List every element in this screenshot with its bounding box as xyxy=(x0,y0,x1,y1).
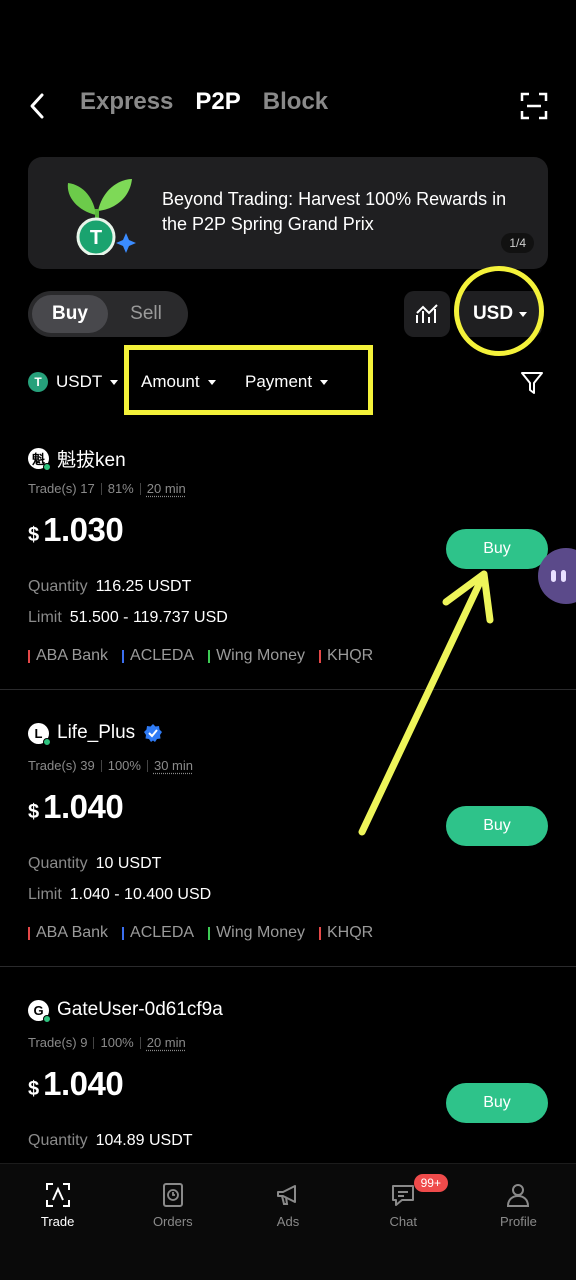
trade-icon xyxy=(45,1183,70,1207)
divider xyxy=(0,966,576,967)
merchant-name: GateUser-0d61cf9a xyxy=(57,999,223,1020)
payment-method: Wing Money xyxy=(208,924,305,942)
merchant-row[interactable]: 魁 魁拔ken xyxy=(28,445,126,472)
listing-card: G GateUser-0d61cf9a Trade(s) 9 100% 20 m… xyxy=(0,999,576,1163)
nav-profile[interactable]: Profile xyxy=(461,1164,576,1280)
buy-button[interactable]: Buy xyxy=(446,1083,548,1123)
line-chart-icon xyxy=(416,304,438,323)
quantity-row: Quantity 10 USDT xyxy=(28,855,162,872)
payment-method: ABA Bank xyxy=(28,924,108,942)
tab-express[interactable]: Express xyxy=(80,88,173,116)
price: $ 1.030 xyxy=(28,511,124,548)
coin-label: USDT xyxy=(56,372,103,391)
highlight-circle xyxy=(454,266,544,356)
chevron-down-icon xyxy=(110,379,119,385)
payment-method: Wing Money xyxy=(208,647,305,665)
nav-trade[interactable]: Trade xyxy=(0,1164,115,1280)
verified-badge-icon xyxy=(144,724,163,742)
merchant-row[interactable]: G GateUser-0d61cf9a xyxy=(28,999,223,1023)
limit-row: Limit 51.500 - 119.737 USD xyxy=(28,609,228,626)
annotation-arrow xyxy=(358,570,494,836)
merchant-row[interactable]: L Life_Plus xyxy=(28,722,163,746)
banner-pager: 1/4 xyxy=(501,233,534,253)
nav-chat[interactable]: Chat 99+ xyxy=(346,1164,461,1280)
plant-coin-icon: T xyxy=(67,179,136,255)
filter-funnel-icon[interactable] xyxy=(520,370,544,396)
merchant-name: Life_Plus xyxy=(57,722,136,743)
coin-filter[interactable]: T USDT xyxy=(28,372,119,392)
merchant-stats: Trade(s) 17 81% 20 min xyxy=(28,481,186,496)
highlight-box xyxy=(124,345,373,415)
promo-banner[interactable]: T Beyond Trading: Harvest 100% Rewards i… xyxy=(28,157,548,269)
top-nav: Express P2P Block xyxy=(0,84,576,128)
merchant-stats: Trade(s) 39 100% 30 min xyxy=(28,758,193,773)
buy-sell-toggle: Buy Sell xyxy=(28,291,188,337)
payment-method: KHQR xyxy=(319,924,373,942)
price-chart-button[interactable] xyxy=(404,291,450,337)
scan-icon[interactable] xyxy=(520,92,548,120)
megaphone-icon xyxy=(277,1185,296,1205)
bottom-nav: Trade Orders Ads Chat 99+ Profile xyxy=(0,1163,576,1280)
quantity-row: Quantity 104.89 USDT xyxy=(28,1132,193,1149)
chat-icon xyxy=(392,1185,415,1206)
tab-p2p[interactable]: P2P xyxy=(195,88,240,116)
svg-text:T: T xyxy=(90,227,102,249)
nav-orders[interactable]: Orders xyxy=(115,1164,230,1280)
sell-tab[interactable]: Sell xyxy=(108,295,184,333)
payment-methods: ABA Bank ACLEDA Wing Money KHQR xyxy=(28,647,373,665)
payment-methods: ABA Bank ACLEDA Wing Money KHQR xyxy=(28,924,373,942)
banner-text: Beyond Trading: Harvest 100% Rewards in … xyxy=(162,189,507,234)
avatar: G xyxy=(28,999,51,1023)
mode-tabs: Express P2P Block xyxy=(80,88,328,116)
tab-block[interactable]: Block xyxy=(263,88,328,116)
merchant-name: 魁拔ken xyxy=(57,450,126,471)
price: $ 1.040 xyxy=(28,1065,124,1102)
orders-icon xyxy=(162,1183,183,1207)
limit-row: Limit 1.040 - 10.400 USD xyxy=(28,886,212,903)
price: $ 1.040 xyxy=(28,788,124,825)
buy-tab[interactable]: Buy xyxy=(32,295,108,333)
nav-ads[interactable]: Ads xyxy=(230,1164,345,1280)
avatar: 魁 xyxy=(28,448,51,471)
payment-method: ACLEDA xyxy=(122,647,194,665)
profile-icon xyxy=(507,1184,530,1207)
back-arrow-icon[interactable] xyxy=(24,90,52,122)
avatar: L xyxy=(28,722,51,746)
quantity-row: Quantity 116.25 USDT xyxy=(28,578,192,595)
merchant-stats: Trade(s) 9 100% 20 min xyxy=(28,1035,186,1050)
payment-method: ACLEDA xyxy=(122,924,194,942)
chat-unread-badge: 99+ xyxy=(413,1174,448,1192)
usdt-coin-icon: T xyxy=(28,372,48,392)
payment-method: ABA Bank xyxy=(28,647,108,665)
